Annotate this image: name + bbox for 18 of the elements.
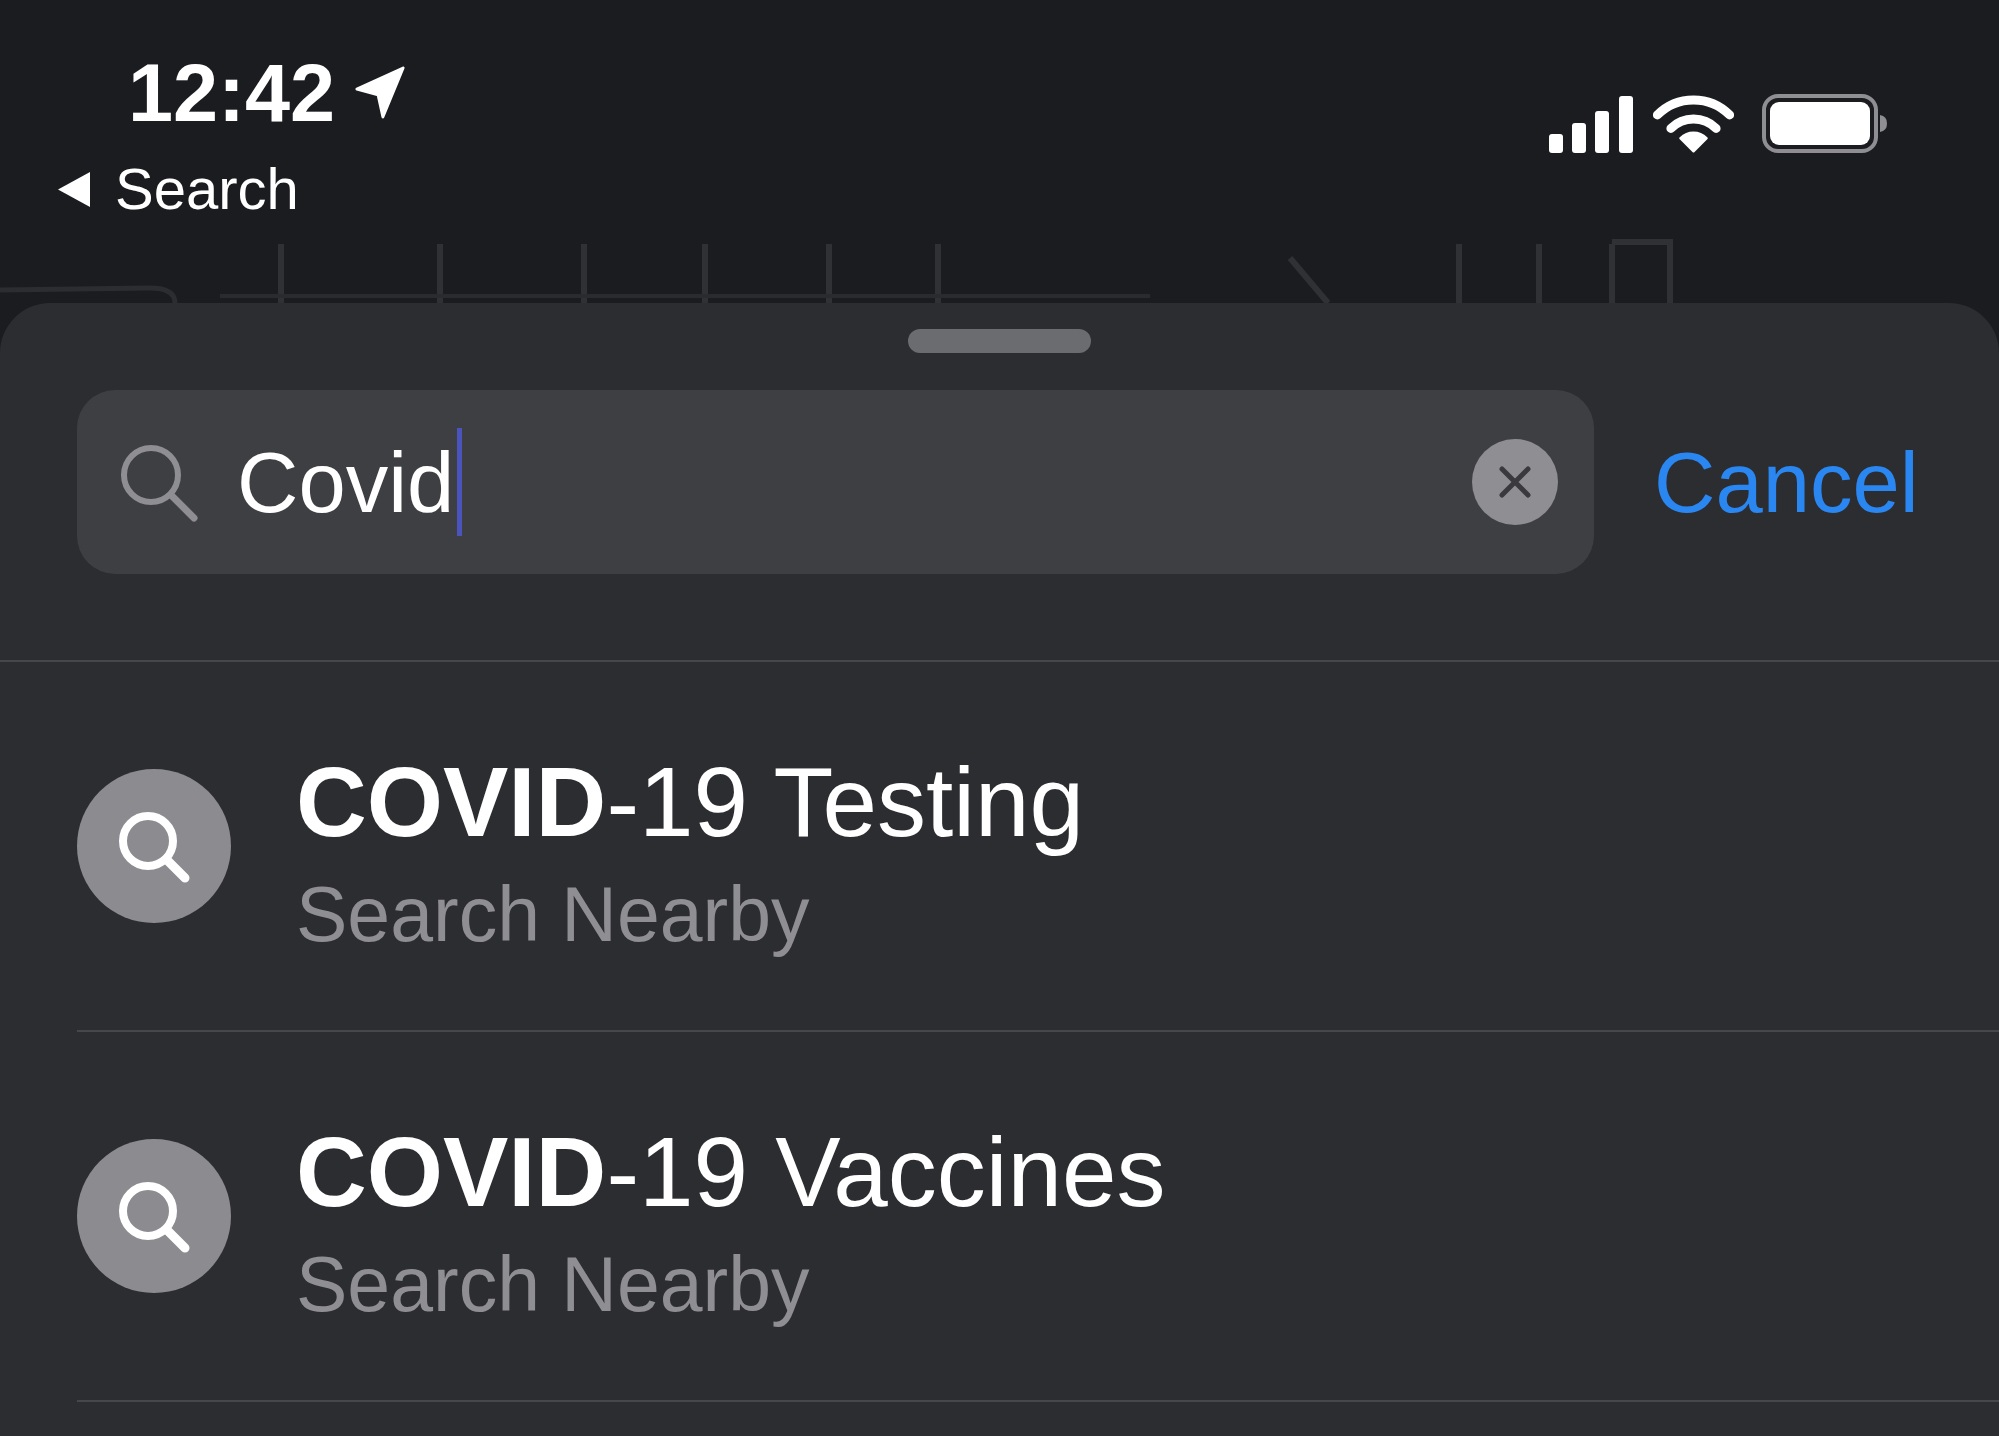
result-title: COVID-19 Vaccines	[296, 1116, 1166, 1230]
close-icon	[1499, 466, 1531, 498]
result-subtitle: Search Nearby	[296, 869, 810, 959]
back-icon	[56, 169, 92, 209]
cancel-button[interactable]: Cancel	[1654, 439, 1919, 525]
search-field[interactable]: Covid	[77, 390, 1594, 574]
back-link[interactable]: Search	[56, 160, 299, 218]
search-icon	[77, 769, 231, 923]
search-result[interactable]: COVID-19 Testing Search Nearby	[77, 662, 1999, 1032]
result-subtitle: Search Nearby	[296, 1239, 810, 1329]
sheet-grabber[interactable]	[908, 329, 1091, 353]
signal-icon	[1549, 96, 1633, 153]
status-time: 12:42	[128, 53, 336, 134]
search-icon	[77, 1139, 231, 1293]
wifi-icon	[1653, 93, 1734, 153]
result-title: COVID-19 Testing	[296, 746, 1084, 860]
location-arrow-icon	[354, 65, 407, 120]
search-result[interactable]: COVID-19 Vaccines Search Nearby	[77, 1032, 1999, 1402]
